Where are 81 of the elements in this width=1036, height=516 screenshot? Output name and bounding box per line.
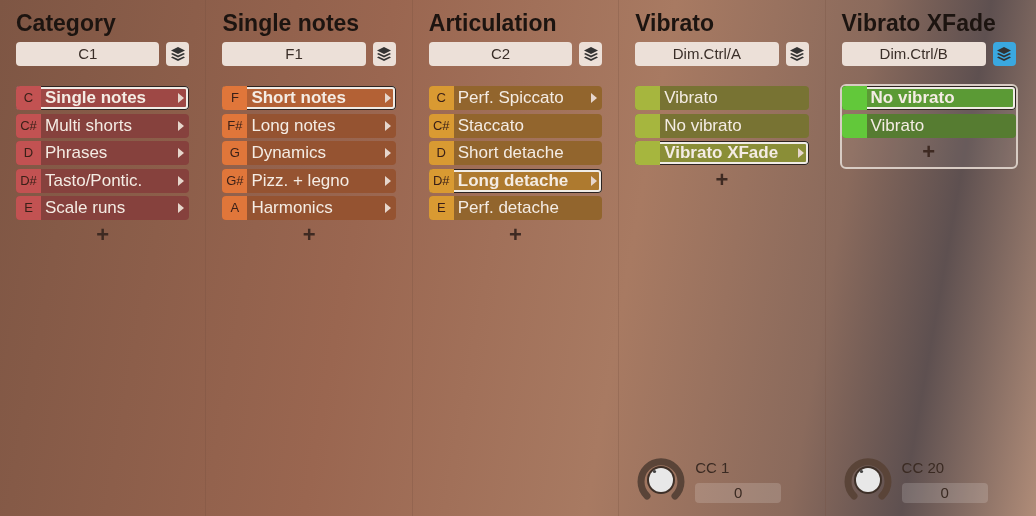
item-label: Harmonics xyxy=(250,197,334,220)
layers-icon xyxy=(582,46,599,62)
item-label: Short detache xyxy=(456,142,565,165)
articulation-item[interactable]: F# Long notes xyxy=(222,113,396,138)
key-label: G xyxy=(222,141,248,165)
articulation-item[interactable]: Vibrato xyxy=(635,86,809,110)
item-label: Multi shorts xyxy=(44,114,133,137)
item-label: Phrases xyxy=(44,142,109,165)
item-label: Perf. Spiccato xyxy=(456,87,565,110)
item-label: Pizz. + legno xyxy=(250,169,351,192)
knob-label: CC 1 xyxy=(695,457,731,478)
item-label: Long detache xyxy=(456,169,570,192)
articulation-item[interactable]: C# Multi shorts xyxy=(16,113,190,138)
key-label: C# xyxy=(428,113,454,138)
column-title: Vibrato xyxy=(635,9,715,38)
articulation-item[interactable]: D Phrases xyxy=(16,141,190,165)
trigger-field[interactable]: C1 xyxy=(16,42,160,66)
item-label: Vibrato XFade xyxy=(663,142,780,165)
item-label: Single notes xyxy=(44,87,148,110)
item-label: Perf. detache xyxy=(456,197,560,220)
column-title: Single notes xyxy=(222,9,361,38)
item-label: Staccato xyxy=(456,114,525,137)
value-field[interactable]: 0 xyxy=(695,483,782,504)
key-label: D# xyxy=(428,168,454,193)
layers-icon xyxy=(789,46,806,62)
articulation-item[interactable]: D# Tasto/Pontic. xyxy=(16,168,190,193)
add-icon[interactable]: + xyxy=(509,223,522,246)
layers-icon xyxy=(996,46,1013,62)
add-icon[interactable]: + xyxy=(302,223,316,246)
item-label: Long notes xyxy=(250,114,337,137)
trigger-field[interactable]: F1 xyxy=(222,42,366,66)
layers-icon xyxy=(169,46,186,62)
value-field[interactable]: 0 xyxy=(901,483,988,504)
key-label: D xyxy=(428,141,454,165)
articulation-item[interactable]: No vibrato xyxy=(635,113,809,138)
articulation-item[interactable]: E Scale runs xyxy=(16,196,190,220)
add-icon[interactable]: + xyxy=(715,168,729,191)
layers-button[interactable] xyxy=(992,42,1016,66)
column-title: Category xyxy=(16,9,117,38)
key-label: E xyxy=(16,196,41,220)
key-label: F xyxy=(222,86,248,110)
key-label: D xyxy=(16,141,41,165)
item-label: Short notes xyxy=(250,87,347,110)
articulation-item[interactable]: A Harmonics xyxy=(222,196,396,220)
item-label: Dynamics xyxy=(250,142,327,165)
articulation-item[interactable]: G Dynamics xyxy=(222,141,396,165)
layers-button[interactable] xyxy=(785,42,809,66)
key-label: C xyxy=(16,86,41,110)
key-label: C# xyxy=(16,113,41,138)
articulation-item[interactable]: No vibrato xyxy=(841,86,1016,110)
item-label: Scale runs xyxy=(44,197,127,220)
layers-button[interactable] xyxy=(579,42,603,66)
layers-button[interactable] xyxy=(166,42,190,66)
key-label: A xyxy=(222,196,248,220)
layers-button[interactable] xyxy=(372,42,396,66)
column-title: Articulation xyxy=(428,9,558,38)
articulation-item[interactable]: C Perf. Spiccato xyxy=(428,86,603,110)
trigger-field[interactable]: Dim.Ctrl/A xyxy=(635,42,779,66)
key-label: C xyxy=(428,86,454,110)
key-label: E xyxy=(428,196,454,220)
key-label: D# xyxy=(16,168,41,193)
articulation-item[interactable]: Vibrato XFade xyxy=(635,141,809,165)
trigger-field[interactable]: C2 xyxy=(428,42,573,66)
articulation-item[interactable]: D# Long detache xyxy=(428,168,603,193)
articulation-item[interactable]: Vibrato xyxy=(841,113,1016,138)
articulation-item[interactable]: C# Staccato xyxy=(428,113,603,138)
articulation-item[interactable]: C Single notes xyxy=(16,86,190,110)
key-label: G# xyxy=(222,168,248,193)
articulation-item[interactable]: D Short detache xyxy=(428,141,603,165)
layers-icon xyxy=(376,46,393,62)
articulation-item[interactable]: G# Pizz. + legno xyxy=(222,168,396,193)
item-label: No vibrato xyxy=(869,87,956,110)
articulation-item[interactable]: E Perf. detache xyxy=(428,196,603,220)
trigger-field[interactable]: Dim.Ctrl/B xyxy=(841,42,986,66)
item-label: Vibrato xyxy=(663,87,719,110)
item-label: Vibrato xyxy=(869,114,926,137)
column-title: Vibrato XFade xyxy=(841,9,997,38)
item-label: Tasto/Pontic. xyxy=(44,169,144,192)
key-label: F# xyxy=(222,113,248,138)
articulation-item[interactable]: F Short notes xyxy=(222,86,396,110)
item-label: No vibrato xyxy=(663,114,743,137)
